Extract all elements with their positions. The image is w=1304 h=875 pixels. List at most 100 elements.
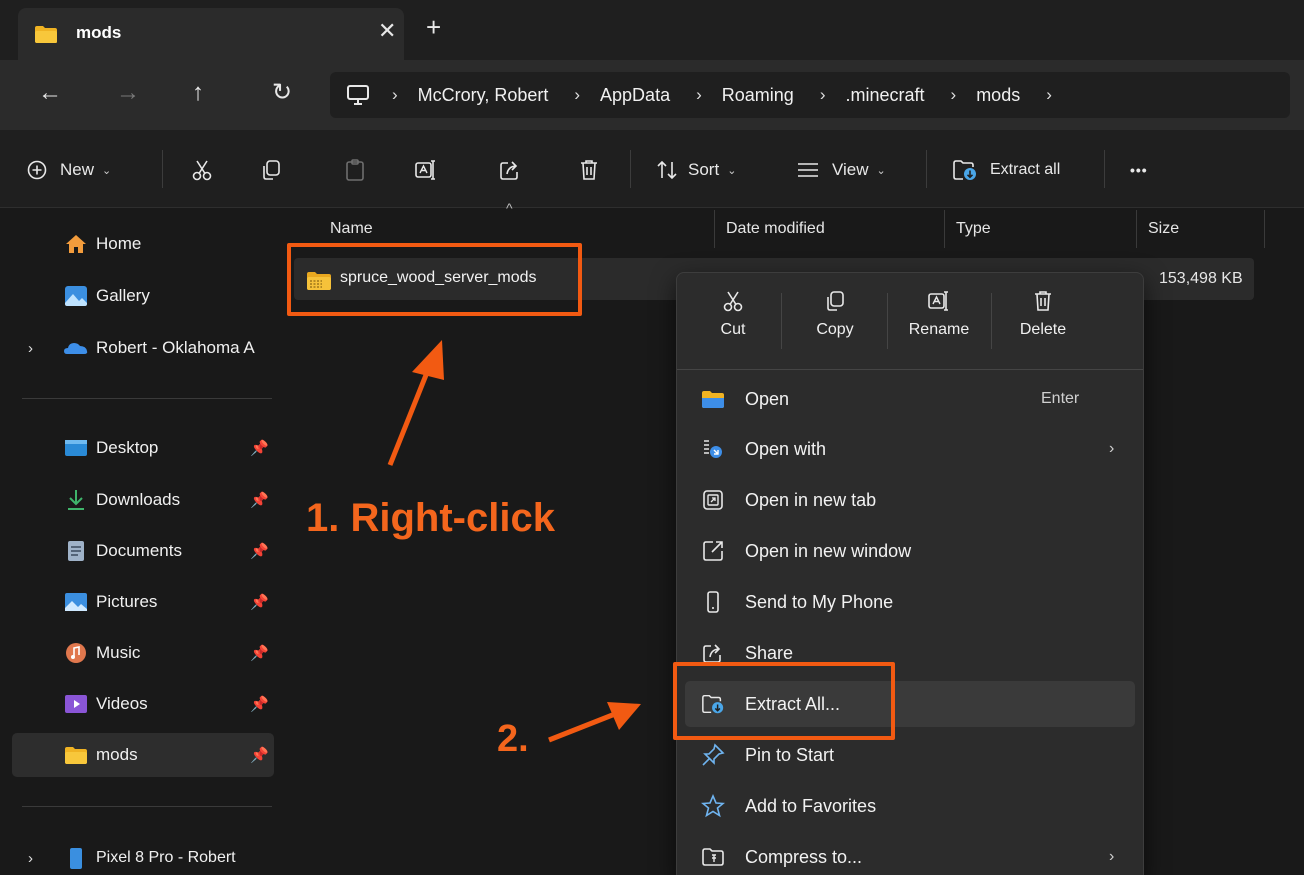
breadcrumb-separator: › (574, 85, 581, 104)
menu-item-compress-to[interactable]: Compress to... › (685, 834, 1135, 875)
menu-item-label: Pin to Start (745, 744, 835, 765)
arrow-up-annotation-icon (387, 340, 444, 466)
menu-item-open-new-window[interactable]: Open in new window (685, 528, 1135, 574)
menu-item-open-new-tab[interactable]: Open in new tab (685, 477, 1135, 523)
menu-item-label: Send to My Phone (745, 591, 894, 612)
refresh-button[interactable]: ↻ (272, 80, 292, 106)
extract-icon (953, 160, 976, 180)
context-rename-label: Rename (908, 321, 970, 338)
navigation-bar: ← → ↑ ↻ › McCrory, Robert › AppData › Ro… (0, 60, 1304, 130)
sidebar-item-pictures[interactable]: Pictures 📌 (12, 580, 274, 624)
pin-icon[interactable]: 📌 (250, 542, 269, 560)
close-tab-button[interactable]: ✕ (378, 18, 396, 44)
breadcrumb-mods[interactable]: mods (976, 85, 1020, 106)
chevron-down-icon: ⌄ (727, 164, 737, 177)
quick-action-divider (887, 293, 888, 349)
menu-item-send-to-phone[interactable]: Send to My Phone (685, 579, 1135, 625)
up-button[interactable]: ↑ (192, 80, 204, 106)
copy-button[interactable] (260, 155, 282, 185)
column-divider[interactable] (714, 210, 715, 248)
sidebar-item-label: Home (96, 234, 142, 253)
forward-button[interactable]: → (116, 80, 140, 106)
tab-mods[interactable]: mods ✕ (18, 8, 404, 60)
menu-item-label: Compress to... (745, 846, 863, 867)
pin-icon[interactable]: 📌 (250, 491, 269, 509)
rename-button[interactable] (414, 155, 438, 185)
new-tab-icon (703, 490, 723, 510)
column-header-size[interactable]: Size (1148, 220, 1179, 238)
chevron-right-icon[interactable]: › (28, 340, 33, 357)
pin-icon[interactable]: 📌 (250, 746, 269, 764)
menu-item-add-favorites[interactable]: Add to Favorites (685, 783, 1135, 829)
pin-icon[interactable]: 📌 (250, 439, 269, 457)
toolbar-divider (630, 150, 631, 188)
copy-icon (263, 160, 280, 180)
sort-ascending-icon: ^ (506, 200, 513, 216)
sort-button[interactable]: Sort ⌄ (656, 155, 736, 185)
sort-label: Sort (688, 160, 720, 179)
breadcrumb-appdata[interactable]: AppData (600, 85, 670, 106)
new-tab-button[interactable]: + (426, 14, 441, 40)
share-icon (500, 161, 518, 180)
sidebar-item-videos[interactable]: Videos 📌 (12, 682, 274, 726)
column-header-date-modified[interactable]: Date modified (726, 220, 825, 238)
breadcrumb-separator: › (392, 85, 398, 104)
sidebar-item-mods[interactable]: mods 📌 (12, 733, 274, 777)
command-bar: New ⌄ Sort ⌄ View ⌄ Extract all ••• (0, 130, 1304, 208)
paste-button[interactable] (344, 155, 366, 185)
pin-icon[interactable]: 📌 (250, 695, 269, 713)
context-copy-button[interactable]: Copy (795, 287, 875, 357)
extract-all-toolbar-button[interactable]: Extract all (952, 155, 1060, 185)
breadcrumb-user[interactable]: McCrory, Robert (418, 85, 549, 106)
more-options-button[interactable]: ••• (1130, 155, 1148, 185)
annotation-step-2: 2. (497, 718, 529, 760)
back-button[interactable]: ← (38, 80, 62, 106)
sidebar-item-downloads[interactable]: Downloads 📌 (12, 478, 274, 522)
new-label: New (60, 160, 95, 179)
shortcut-hint: Enter (1041, 390, 1080, 407)
chevron-down-icon: ⌄ (102, 164, 112, 177)
cut-button[interactable] (190, 155, 214, 185)
pin-icon[interactable]: 📌 (250, 644, 269, 662)
sidebar-item-home[interactable]: Home (12, 222, 274, 266)
desktop-icon (65, 440, 87, 456)
menu-item-label: Open in new tab (745, 489, 877, 510)
pin-icon (702, 743, 725, 766)
toolbar-divider (162, 150, 163, 188)
delete-button[interactable] (578, 155, 600, 185)
chevron-right-icon: › (1109, 848, 1115, 865)
toolbar-divider (926, 150, 927, 188)
menu-item-open-with[interactable]: Open with › (685, 426, 1135, 472)
menu-item-label: Share (745, 642, 794, 663)
share-button[interactable] (498, 155, 522, 185)
breadcrumb-minecraft[interactable]: .minecraft (845, 85, 924, 106)
context-cut-button[interactable]: Cut (693, 287, 773, 357)
sidebar-item-onedrive[interactable]: › Robert - Oklahoma A (12, 326, 274, 370)
chevron-right-icon[interactable]: › (28, 850, 33, 867)
sidebar-item-music[interactable]: Music 📌 (12, 631, 274, 675)
new-button[interactable]: New ⌄ (26, 155, 111, 185)
column-divider[interactable] (944, 210, 945, 248)
column-header-name[interactable]: Name (330, 220, 373, 238)
view-button[interactable]: View ⌄ (796, 155, 886, 185)
breadcrumb-roaming[interactable]: Roaming (722, 85, 794, 106)
add-circle-icon (27, 160, 47, 180)
context-delete-button[interactable]: Delete (1003, 287, 1083, 357)
file-size: 153,498 KB (1159, 270, 1243, 287)
sidebar-divider (22, 806, 272, 807)
menu-item-open[interactable]: Open Enter (685, 376, 1135, 422)
pin-icon[interactable]: 📌 (250, 593, 269, 611)
column-divider[interactable] (1264, 210, 1265, 248)
sidebar-item-gallery[interactable]: Gallery (12, 274, 274, 318)
sidebar-item-pixel-phone[interactable]: › Pixel 8 Pro - Robert (12, 836, 274, 875)
scissors-icon (723, 291, 743, 312)
address-bar[interactable]: › McCrory, Robert › AppData › Roaming › … (330, 72, 1290, 118)
sidebar-item-documents[interactable]: Documents 📌 (12, 529, 274, 573)
sidebar-item-label: Downloads (96, 490, 181, 509)
column-header-type[interactable]: Type (956, 220, 991, 238)
extract-all-label: Extract all (990, 161, 1061, 178)
context-rename-button[interactable]: Rename (899, 287, 979, 357)
computer-icon (347, 85, 369, 105)
sidebar-item-desktop[interactable]: Desktop 📌 (12, 426, 274, 470)
column-divider[interactable] (1136, 210, 1137, 248)
